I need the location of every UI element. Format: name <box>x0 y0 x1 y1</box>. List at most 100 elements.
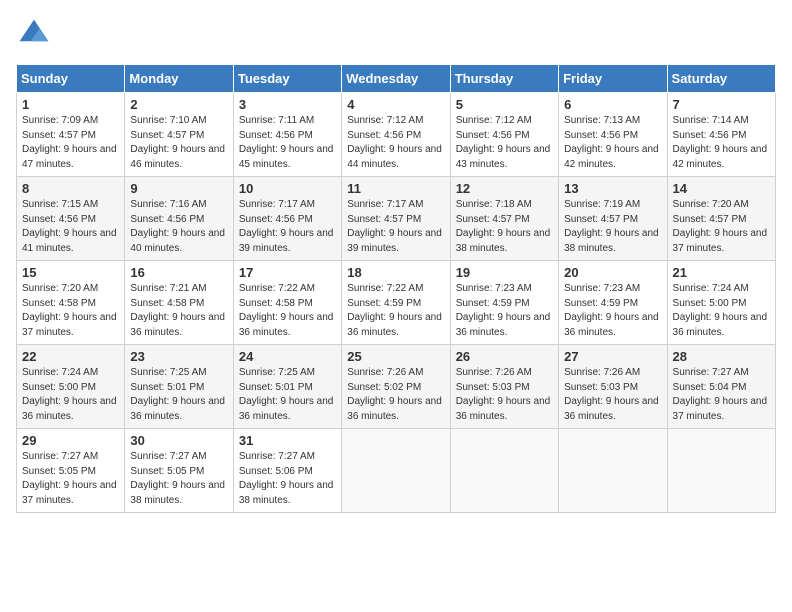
calendar-cell: 16 Sunrise: 7:21 AM Sunset: 4:58 PM Dayl… <box>125 261 233 345</box>
calendar-cell: 13 Sunrise: 7:19 AM Sunset: 4:57 PM Dayl… <box>559 177 667 261</box>
weekday-header-thursday: Thursday <box>450 65 558 93</box>
calendar-cell <box>342 429 450 513</box>
day-info: Sunrise: 7:16 AM Sunset: 4:56 PM Dayligh… <box>130 198 227 256</box>
day-info: Sunrise: 7:23 AM Sunset: 4:59 PM Dayligh… <box>564 282 661 340</box>
calendar-cell: 17 Sunrise: 7:22 AM Sunset: 4:58 PM Dayl… <box>233 261 341 345</box>
day-info: Sunrise: 7:25 AM Sunset: 5:01 PM Dayligh… <box>239 366 336 424</box>
logo-icon <box>16 16 52 52</box>
page-header <box>16 16 776 52</box>
calendar-cell: 22 Sunrise: 7:24 AM Sunset: 5:00 PM Dayl… <box>17 345 125 429</box>
day-info: Sunrise: 7:26 AM Sunset: 5:03 PM Dayligh… <box>456 366 553 424</box>
day-info: Sunrise: 7:20 AM Sunset: 4:57 PM Dayligh… <box>673 198 770 256</box>
day-number: 23 <box>130 349 227 364</box>
day-number: 13 <box>564 181 661 196</box>
calendar-cell: 2 Sunrise: 7:10 AM Sunset: 4:57 PM Dayli… <box>125 93 233 177</box>
day-number: 19 <box>456 265 553 280</box>
calendar-cell: 20 Sunrise: 7:23 AM Sunset: 4:59 PM Dayl… <box>559 261 667 345</box>
day-number: 30 <box>130 433 227 448</box>
day-info: Sunrise: 7:12 AM Sunset: 4:56 PM Dayligh… <box>456 114 553 172</box>
calendar-cell: 14 Sunrise: 7:20 AM Sunset: 4:57 PM Dayl… <box>667 177 775 261</box>
calendar-cell: 30 Sunrise: 7:27 AM Sunset: 5:05 PM Dayl… <box>125 429 233 513</box>
day-info: Sunrise: 7:26 AM Sunset: 5:02 PM Dayligh… <box>347 366 444 424</box>
day-number: 14 <box>673 181 770 196</box>
day-info: Sunrise: 7:19 AM Sunset: 4:57 PM Dayligh… <box>564 198 661 256</box>
calendar-cell: 1 Sunrise: 7:09 AM Sunset: 4:57 PM Dayli… <box>17 93 125 177</box>
day-info: Sunrise: 7:22 AM Sunset: 4:59 PM Dayligh… <box>347 282 444 340</box>
weekday-header-saturday: Saturday <box>667 65 775 93</box>
day-number: 27 <box>564 349 661 364</box>
calendar-cell: 15 Sunrise: 7:20 AM Sunset: 4:58 PM Dayl… <box>17 261 125 345</box>
logo <box>16 16 56 52</box>
day-number: 24 <box>239 349 336 364</box>
calendar-cell: 4 Sunrise: 7:12 AM Sunset: 4:56 PM Dayli… <box>342 93 450 177</box>
day-info: Sunrise: 7:17 AM Sunset: 4:57 PM Dayligh… <box>347 198 444 256</box>
day-info: Sunrise: 7:24 AM Sunset: 5:00 PM Dayligh… <box>22 366 119 424</box>
day-info: Sunrise: 7:10 AM Sunset: 4:57 PM Dayligh… <box>130 114 227 172</box>
day-number: 21 <box>673 265 770 280</box>
calendar-cell: 23 Sunrise: 7:25 AM Sunset: 5:01 PM Dayl… <box>125 345 233 429</box>
day-number: 9 <box>130 181 227 196</box>
day-number: 4 <box>347 97 444 112</box>
calendar-cell: 31 Sunrise: 7:27 AM Sunset: 5:06 PM Dayl… <box>233 429 341 513</box>
day-number: 1 <box>22 97 119 112</box>
calendar-cell: 5 Sunrise: 7:12 AM Sunset: 4:56 PM Dayli… <box>450 93 558 177</box>
calendar-cell <box>450 429 558 513</box>
day-number: 25 <box>347 349 444 364</box>
day-info: Sunrise: 7:27 AM Sunset: 5:05 PM Dayligh… <box>22 450 119 508</box>
day-info: Sunrise: 7:09 AM Sunset: 4:57 PM Dayligh… <box>22 114 119 172</box>
day-info: Sunrise: 7:11 AM Sunset: 4:56 PM Dayligh… <box>239 114 336 172</box>
day-info: Sunrise: 7:18 AM Sunset: 4:57 PM Dayligh… <box>456 198 553 256</box>
day-info: Sunrise: 7:27 AM Sunset: 5:04 PM Dayligh… <box>673 366 770 424</box>
day-number: 8 <box>22 181 119 196</box>
day-number: 29 <box>22 433 119 448</box>
calendar-cell: 26 Sunrise: 7:26 AM Sunset: 5:03 PM Dayl… <box>450 345 558 429</box>
calendar-cell: 24 Sunrise: 7:25 AM Sunset: 5:01 PM Dayl… <box>233 345 341 429</box>
day-info: Sunrise: 7:22 AM Sunset: 4:58 PM Dayligh… <box>239 282 336 340</box>
day-number: 7 <box>673 97 770 112</box>
day-number: 11 <box>347 181 444 196</box>
calendar-cell: 28 Sunrise: 7:27 AM Sunset: 5:04 PM Dayl… <box>667 345 775 429</box>
day-info: Sunrise: 7:27 AM Sunset: 5:06 PM Dayligh… <box>239 450 336 508</box>
calendar-cell: 11 Sunrise: 7:17 AM Sunset: 4:57 PM Dayl… <box>342 177 450 261</box>
calendar-cell: 21 Sunrise: 7:24 AM Sunset: 5:00 PM Dayl… <box>667 261 775 345</box>
day-number: 31 <box>239 433 336 448</box>
day-info: Sunrise: 7:15 AM Sunset: 4:56 PM Dayligh… <box>22 198 119 256</box>
calendar-cell: 7 Sunrise: 7:14 AM Sunset: 4:56 PM Dayli… <box>667 93 775 177</box>
day-number: 12 <box>456 181 553 196</box>
calendar-cell: 9 Sunrise: 7:16 AM Sunset: 4:56 PM Dayli… <box>125 177 233 261</box>
calendar: SundayMondayTuesdayWednesdayThursdayFrid… <box>16 64 776 513</box>
calendar-cell: 29 Sunrise: 7:27 AM Sunset: 5:05 PM Dayl… <box>17 429 125 513</box>
weekday-header-wednesday: Wednesday <box>342 65 450 93</box>
day-info: Sunrise: 7:26 AM Sunset: 5:03 PM Dayligh… <box>564 366 661 424</box>
day-number: 18 <box>347 265 444 280</box>
day-info: Sunrise: 7:12 AM Sunset: 4:56 PM Dayligh… <box>347 114 444 172</box>
day-info: Sunrise: 7:21 AM Sunset: 4:58 PM Dayligh… <box>130 282 227 340</box>
day-number: 16 <box>130 265 227 280</box>
calendar-cell: 3 Sunrise: 7:11 AM Sunset: 4:56 PM Dayli… <box>233 93 341 177</box>
day-number: 5 <box>456 97 553 112</box>
day-number: 2 <box>130 97 227 112</box>
day-number: 28 <box>673 349 770 364</box>
weekday-header-friday: Friday <box>559 65 667 93</box>
day-info: Sunrise: 7:27 AM Sunset: 5:05 PM Dayligh… <box>130 450 227 508</box>
calendar-cell: 25 Sunrise: 7:26 AM Sunset: 5:02 PM Dayl… <box>342 345 450 429</box>
weekday-header-tuesday: Tuesday <box>233 65 341 93</box>
day-info: Sunrise: 7:25 AM Sunset: 5:01 PM Dayligh… <box>130 366 227 424</box>
day-info: Sunrise: 7:23 AM Sunset: 4:59 PM Dayligh… <box>456 282 553 340</box>
day-info: Sunrise: 7:17 AM Sunset: 4:56 PM Dayligh… <box>239 198 336 256</box>
calendar-cell: 18 Sunrise: 7:22 AM Sunset: 4:59 PM Dayl… <box>342 261 450 345</box>
day-number: 20 <box>564 265 661 280</box>
calendar-cell: 6 Sunrise: 7:13 AM Sunset: 4:56 PM Dayli… <box>559 93 667 177</box>
day-number: 15 <box>22 265 119 280</box>
calendar-cell: 19 Sunrise: 7:23 AM Sunset: 4:59 PM Dayl… <box>450 261 558 345</box>
calendar-cell: 10 Sunrise: 7:17 AM Sunset: 4:56 PM Dayl… <box>233 177 341 261</box>
day-info: Sunrise: 7:14 AM Sunset: 4:56 PM Dayligh… <box>673 114 770 172</box>
day-number: 3 <box>239 97 336 112</box>
weekday-header-sunday: Sunday <box>17 65 125 93</box>
day-number: 17 <box>239 265 336 280</box>
calendar-cell <box>667 429 775 513</box>
calendar-cell: 12 Sunrise: 7:18 AM Sunset: 4:57 PM Dayl… <box>450 177 558 261</box>
calendar-cell: 8 Sunrise: 7:15 AM Sunset: 4:56 PM Dayli… <box>17 177 125 261</box>
calendar-cell <box>559 429 667 513</box>
calendar-cell: 27 Sunrise: 7:26 AM Sunset: 5:03 PM Dayl… <box>559 345 667 429</box>
